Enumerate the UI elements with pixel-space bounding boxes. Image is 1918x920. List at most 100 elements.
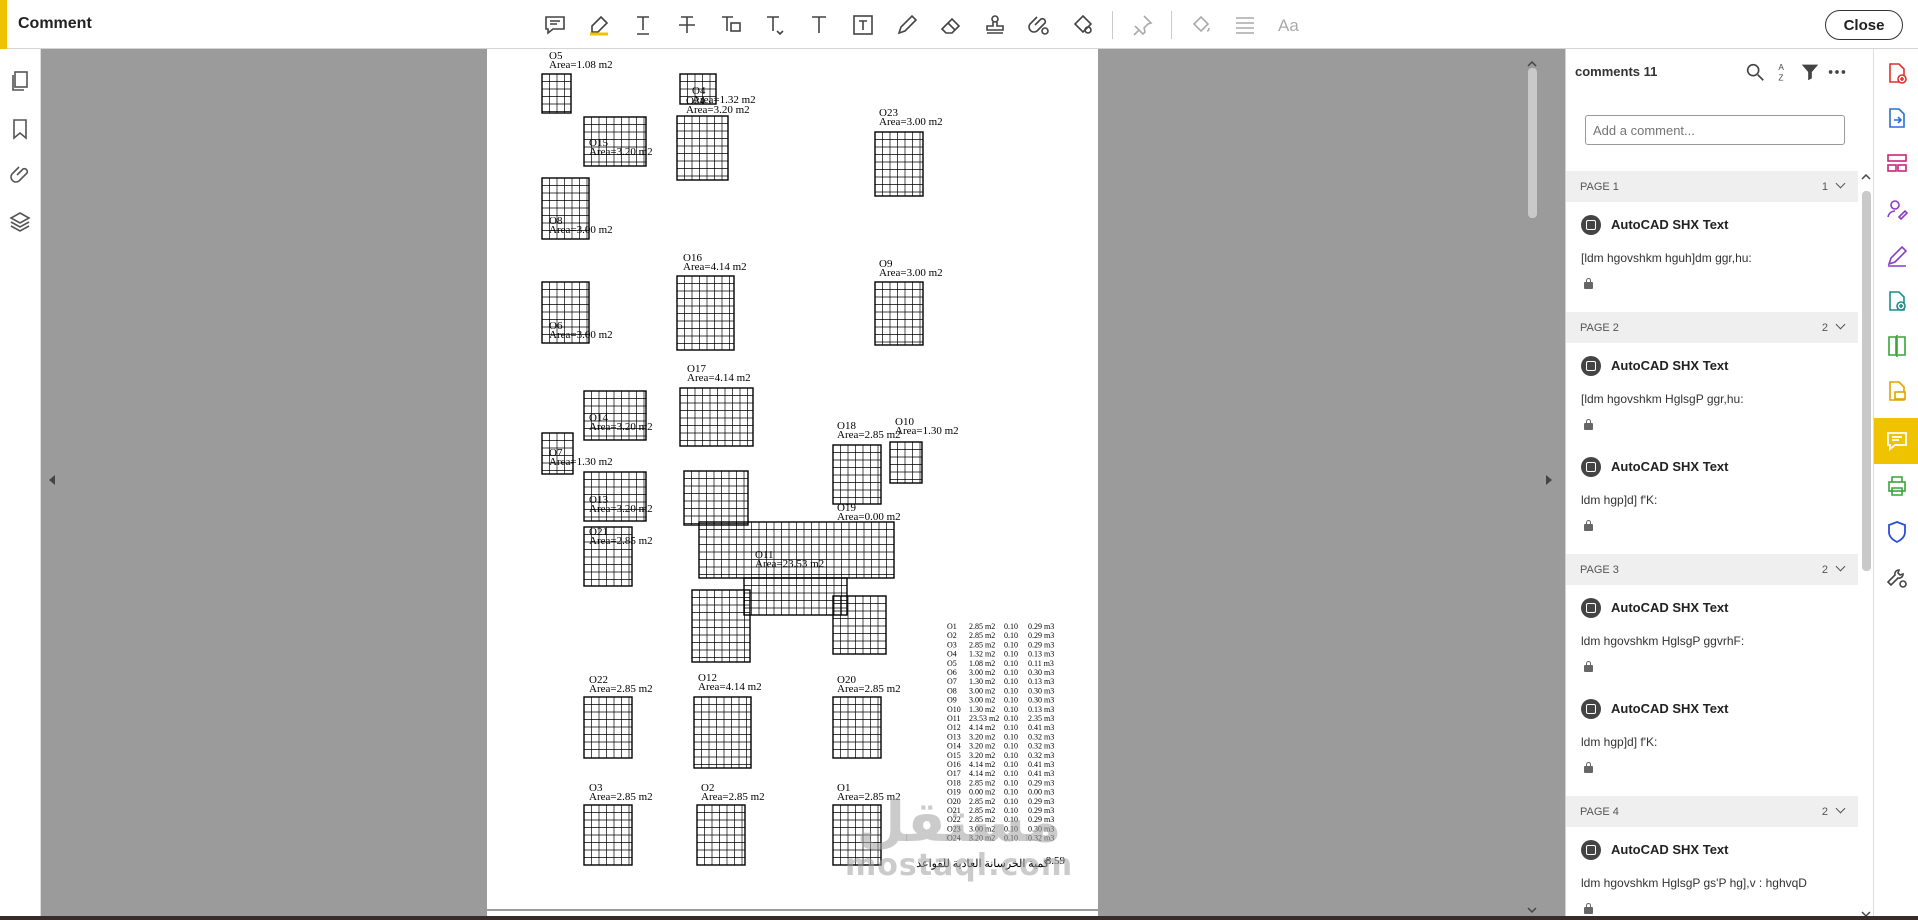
comments-page-group-header[interactable]: PAGE 3 2 <box>1566 554 1858 585</box>
quantity-table-cell: O3 <box>947 640 957 649</box>
pages-icon[interactable] <box>8 69 32 93</box>
comment-item[interactable]: AutoCAD SHX Text ldm hgovshkm HglsgP ggvr… <box>1566 585 1858 686</box>
attach-icon[interactable] <box>1024 10 1054 40</box>
scan-icon[interactable] <box>1885 379 1909 403</box>
footing-mesh <box>875 282 923 345</box>
chevron-down-icon[interactable] <box>1835 803 1846 814</box>
strikethrough-text-icon[interactable] <box>672 10 702 40</box>
quantity-table-cell: O16 <box>947 760 961 769</box>
eraser-icon[interactable] <box>936 10 966 40</box>
more-tools-icon[interactable] <box>1885 566 1909 590</box>
quantity-table-cell: 3.20 m2 <box>969 834 995 843</box>
footing-mesh <box>680 388 753 446</box>
quantity-table-cell: 0.10 <box>1004 788 1018 797</box>
quantity-table-cell: 0.30 m3 <box>1028 696 1054 705</box>
lines-icon[interactable] <box>1230 10 1260 40</box>
shapes-icon[interactable] <box>1068 10 1098 40</box>
document-scroll-thumb[interactable] <box>1528 68 1537 218</box>
comment-item[interactable]: AutoCAD SHX Text ldm hgp]d] f'K: <box>1566 444 1858 554</box>
comment-author-avatar-icon <box>1581 598 1601 618</box>
quantity-table-cell: 3.00 m2 <box>969 824 995 833</box>
comment-item[interactable]: AutoCAD SHX Text [ldm hgovshkm hguh]dm gg… <box>1566 202 1858 312</box>
sort-icon[interactable]: AZ <box>1772 61 1796 85</box>
text-box-icon[interactable] <box>848 10 878 40</box>
quantity-table-cell: 0.10 <box>1004 778 1018 787</box>
chevron-down-icon[interactable] <box>1835 561 1846 572</box>
fill-sign-icon[interactable] <box>1885 244 1909 268</box>
quantity-table-cell: 3.00 m2 <box>969 686 995 695</box>
comments-page-group-header[interactable]: PAGE 2 2 <box>1566 312 1858 343</box>
sticky-note-icon[interactable] <box>540 10 570 40</box>
bookmark-icon[interactable] <box>8 117 32 141</box>
collapse-right-panel-icon[interactable] <box>1546 475 1552 485</box>
add-text-icon[interactable] <box>804 10 834 40</box>
footing-area-label: Area=1.08 m2 <box>549 59 613 71</box>
quantity-table-cell: 0.10 <box>1004 760 1018 769</box>
quantity-table-cell: O20 <box>947 797 961 806</box>
quantity-table-cell: O6 <box>947 668 957 677</box>
document-scrollbar[interactable] <box>1525 58 1540 916</box>
quantity-table-cell: 0.41 m3 <box>1028 760 1054 769</box>
comments-scroll-thumb[interactable] <box>1862 191 1871 571</box>
close-button[interactable]: Close <box>1825 10 1903 40</box>
comment-author: AutoCAD SHX Text <box>1611 701 1729 716</box>
svg-text:Z: Z <box>1778 73 1783 82</box>
comment-item[interactable]: AutoCAD SHX Text ldm hgovshkm HglsgP gs'P… <box>1566 827 1858 920</box>
add-comment-input[interactable] <box>1585 115 1845 145</box>
quantity-table-cell: 0.10 <box>1004 640 1018 649</box>
quantity-table-cell: 3.20 m2 <box>969 742 995 751</box>
insert-text-icon[interactable] <box>760 10 790 40</box>
quantity-table-cell: O24 <box>947 834 961 843</box>
footing-area-label: Area=2.85 m2 <box>589 535 653 547</box>
quantity-table-cell: O5 <box>947 659 957 668</box>
pin-icon[interactable] <box>1127 10 1157 40</box>
comments-scrollbar[interactable] <box>1858 171 1874 920</box>
quantity-table-cell: 0.10 <box>1004 806 1018 815</box>
mode-title: Comment <box>18 15 92 32</box>
font-size-icon[interactable]: Aa <box>1274 10 1304 40</box>
lock-icon <box>1584 520 1593 531</box>
protect-icon[interactable] <box>1885 520 1909 544</box>
quantity-table-cell: 0.30 m3 <box>1028 686 1054 695</box>
filter-icon[interactable] <box>1799 61 1823 85</box>
comment-author: AutoCAD SHX Text <box>1611 358 1729 373</box>
attachment-icon[interactable] <box>8 162 32 186</box>
quantity-table-cell: 2.85 m2 <box>969 631 995 640</box>
footing-outline <box>889 441 923 484</box>
comment-text: ldm hgp]d] f'K: <box>1581 493 1658 507</box>
stamp-icon[interactable] <box>980 10 1010 40</box>
collapse-left-panel-icon[interactable] <box>49 475 55 485</box>
underline-text-icon[interactable] <box>628 10 658 40</box>
organize-pages-icon[interactable] <box>1885 151 1909 175</box>
compare-icon[interactable] <box>1885 334 1909 358</box>
comment-item[interactable]: AutoCAD SHX Text ldm hgp]d] f'K: <box>1566 686 1858 796</box>
replace-text-icon[interactable] <box>716 10 746 40</box>
comments-page-group-header[interactable]: PAGE 1 1 <box>1566 171 1858 202</box>
comment-icon[interactable] <box>1885 429 1909 453</box>
svg-text:A: A <box>1778 63 1784 72</box>
layers-icon[interactable] <box>8 210 32 234</box>
comment-item[interactable]: AutoCAD SHX Text [ldm hgovshkm HglsgP ggr… <box>1566 343 1858 444</box>
chevron-down-icon[interactable] <box>1835 319 1846 330</box>
quantity-table-cell: O7 <box>947 677 957 686</box>
print-production-icon[interactable] <box>1885 474 1909 498</box>
create-pdf-icon[interactable] <box>1885 61 1909 85</box>
quantity-table-cell: 0.10 <box>1004 659 1018 668</box>
chevron-down-icon[interactable] <box>1835 178 1846 189</box>
search-icon[interactable] <box>1744 61 1768 85</box>
export-pdf-icon[interactable] <box>1885 106 1909 130</box>
quantity-table-cell: 0.10 <box>1004 769 1018 778</box>
comments-page-group-header[interactable]: PAGE 4 2 <box>1566 796 1858 827</box>
request-signature-icon[interactable] <box>1885 197 1909 221</box>
highlight-icon[interactable] <box>584 10 614 40</box>
quantity-table-cell: 0.10 <box>1004 631 1018 640</box>
draw-icon[interactable] <box>892 10 922 40</box>
quantity-table-cell: 0.10 <box>1004 815 1018 824</box>
more-options-icon[interactable] <box>1826 61 1850 85</box>
footing-area-label: Area=2.85 m2 <box>837 683 901 695</box>
footing-mesh <box>677 276 734 350</box>
fill-icon[interactable] <box>1186 10 1216 40</box>
add-file-icon[interactable] <box>1885 289 1909 313</box>
quantity-table-cell: O14 <box>947 742 961 751</box>
left-nav-rail <box>0 49 41 920</box>
